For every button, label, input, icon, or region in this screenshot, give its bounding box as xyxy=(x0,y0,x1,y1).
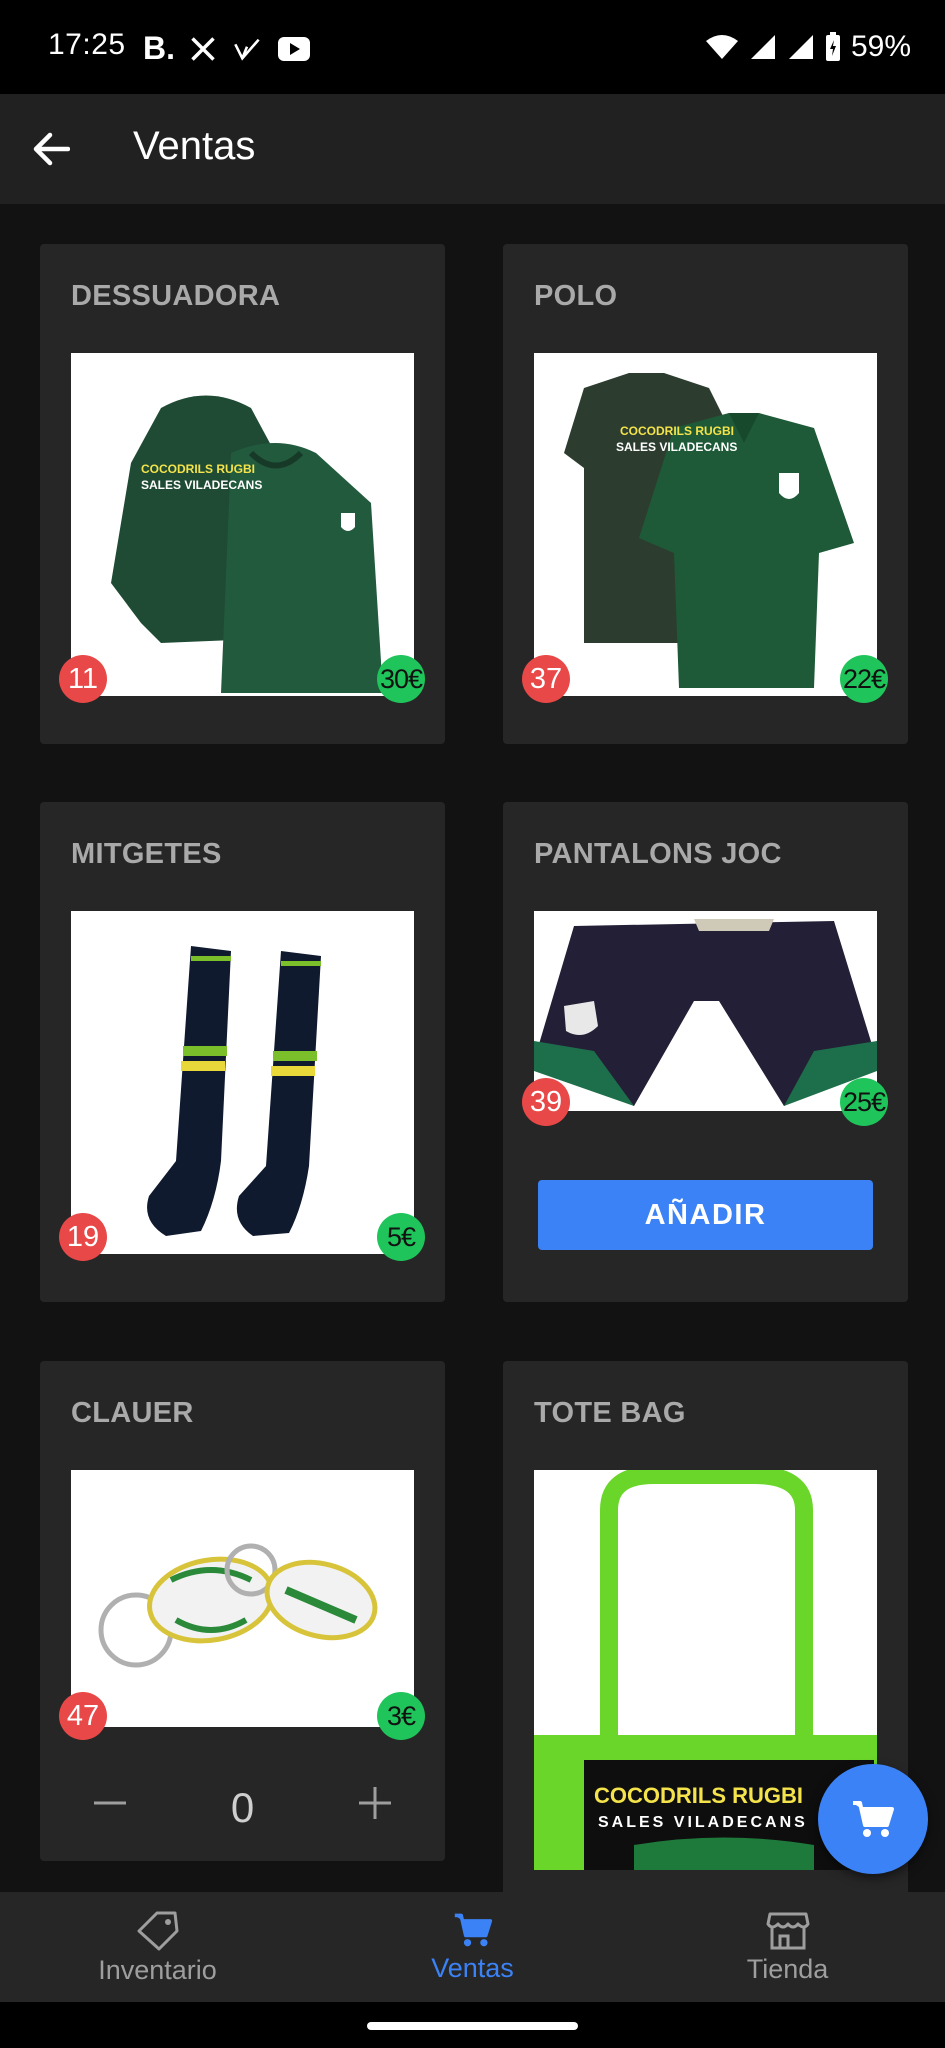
product-card-clauer[interactable]: CLAUER 47 3€ 0 xyxy=(40,1361,445,1861)
hoodie-print-line2: SALES VILADECANS xyxy=(141,478,262,492)
gesture-bar xyxy=(0,2002,945,2048)
polo-print-line2: SALES VILADECANS xyxy=(616,440,737,454)
product-card-polo[interactable]: POLO COCODRILS RUGBI SALES VILADECANS 37… xyxy=(503,244,908,744)
status-bar: 17:25 B. 59% xyxy=(0,0,945,94)
plus-icon xyxy=(358,1787,391,1819)
back-button[interactable] xyxy=(26,124,76,174)
minus-icon xyxy=(94,1801,127,1805)
product-name: CLAUER xyxy=(71,1397,194,1429)
battery-level: 59% xyxy=(850,30,911,63)
nav-tienda[interactable]: Tienda xyxy=(630,1892,945,2002)
product-image-socks xyxy=(71,911,414,1254)
x-app-icon xyxy=(191,36,215,61)
product-card-dessuadora[interactable]: DESSUADORA COCODRILS RUGBI SALES VILADEC… xyxy=(40,244,445,744)
battery-icon xyxy=(825,32,840,61)
check-app-icon xyxy=(234,38,260,61)
product-name: TOTE BAG xyxy=(534,1397,686,1429)
quantity-stepper: 0 xyxy=(40,1773,445,1843)
booking-app-icon: B. xyxy=(143,30,175,66)
home-indicator[interactable] xyxy=(367,2022,578,2030)
stock-badge: 47 xyxy=(59,1692,107,1740)
price-badge: 22€ xyxy=(840,655,888,703)
price-badge: 30€ xyxy=(377,655,425,703)
price-badge: 25€ xyxy=(840,1078,888,1126)
store-icon xyxy=(766,1912,809,1949)
product-card-mitgetes[interactable]: MITGETES 19 5€ xyxy=(40,802,445,1302)
hoodie-print-line1: COCODRILS RUGBI xyxy=(141,462,255,476)
cart-icon xyxy=(853,1801,894,1837)
nav-label: Ventas xyxy=(431,1952,514,1983)
status-indicators: 59% xyxy=(705,30,911,64)
stock-badge: 11 xyxy=(59,655,107,703)
plus-button[interactable] xyxy=(355,1783,395,1833)
cart-fab[interactable] xyxy=(818,1764,928,1874)
status-time: 17:25 xyxy=(48,28,126,61)
product-name: MITGETES xyxy=(71,838,222,870)
nav-ventas[interactable]: Ventas xyxy=(315,1892,630,2002)
product-card-pantalons-joc[interactable]: PANTALONS JOC 39 25€ AÑADIR xyxy=(503,802,908,1302)
product-image-shorts xyxy=(534,911,877,1111)
bottom-navigation: Inventario Ventas Tienda xyxy=(0,1892,945,2002)
app-bar: Ventas xyxy=(0,94,945,204)
nav-inventario[interactable]: Inventario xyxy=(0,1892,315,2002)
nav-label: Tienda xyxy=(746,1953,829,1984)
signal-icon-2 xyxy=(788,35,813,59)
signal-icon xyxy=(750,35,775,59)
polo-print-line1: COCODRILS RUGBI xyxy=(620,424,734,438)
minus-button[interactable] xyxy=(90,1783,130,1833)
price-badge: 5€ xyxy=(377,1213,425,1261)
nav-label: Inventario xyxy=(98,1954,217,1985)
price-badge: 3€ xyxy=(377,1692,425,1740)
notification-icons: B. xyxy=(143,30,311,67)
product-name: PANTALONS JOC xyxy=(534,838,782,870)
cart-icon xyxy=(454,1913,492,1946)
arrow-back-icon xyxy=(33,132,70,166)
product-image-polo: COCODRILS RUGBI SALES VILADECANS xyxy=(534,353,877,696)
product-image-keychain xyxy=(71,1470,414,1727)
tote-print-line2: SALES VILADECANS xyxy=(598,1814,808,1831)
wifi-icon xyxy=(705,35,738,59)
stock-badge: 19 xyxy=(59,1213,107,1261)
product-image-hoodie: COCODRILS RUGBI SALES VILADECANS xyxy=(71,353,414,696)
tote-print-line1: COCODRILS RUGBI xyxy=(594,1783,803,1808)
youtube-icon xyxy=(278,36,310,61)
page-title: Ventas xyxy=(133,124,256,168)
product-name: POLO xyxy=(534,280,618,312)
product-name: DESSUADORA xyxy=(71,280,281,312)
quantity-value: 0 xyxy=(230,1784,255,1831)
tag-icon xyxy=(137,1911,178,1950)
add-button[interactable]: AÑADIR xyxy=(538,1180,873,1250)
product-grid: DESSUADORA COCODRILS RUGBI SALES VILADEC… xyxy=(0,204,945,1892)
stock-badge: 37 xyxy=(522,655,570,703)
stock-badge: 39 xyxy=(522,1078,570,1126)
